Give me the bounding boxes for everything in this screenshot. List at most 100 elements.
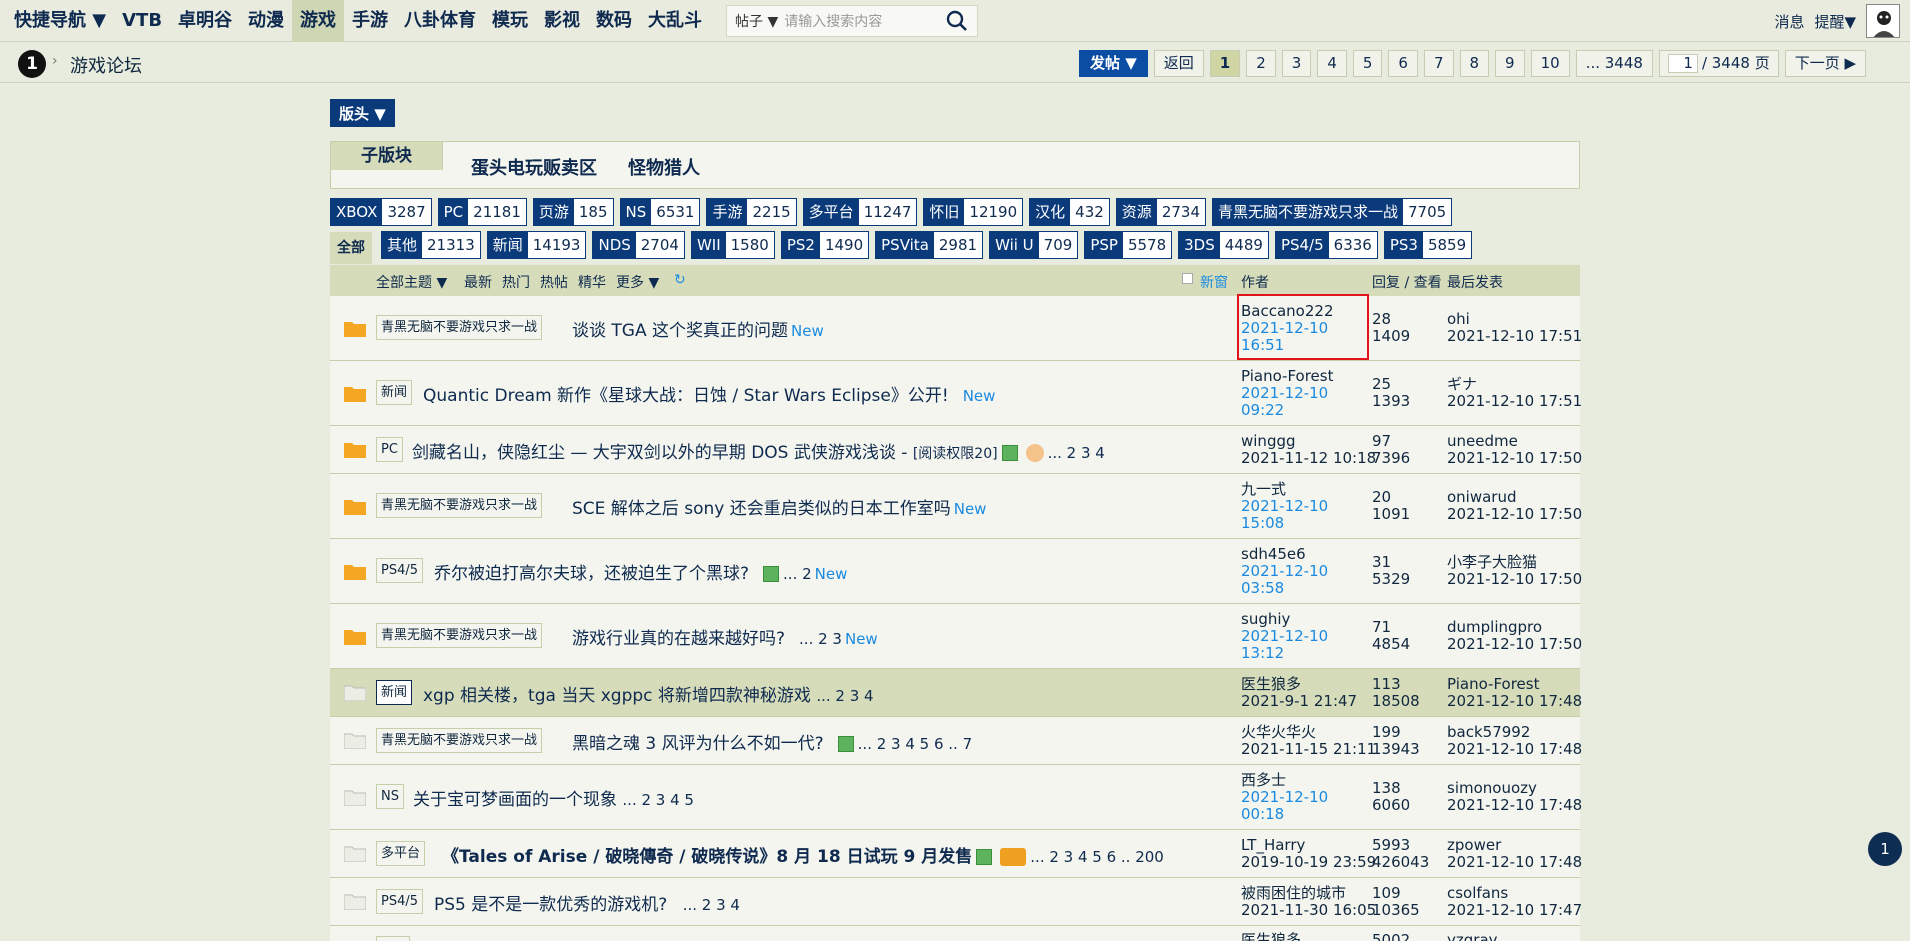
back-button[interactable]: 返回 [1153, 50, 1204, 77]
thread-category[interactable]: 多平台 [376, 841, 426, 866]
thread-category[interactable]: PC [376, 437, 403, 462]
thread-last-post[interactable]: simonouozy 2021-12-10 17:48 [1447, 780, 1582, 814]
nav-anime[interactable]: 动漫 [240, 0, 292, 42]
nav-zhuomingu[interactable]: 卓明谷 [170, 0, 240, 42]
thread-last-post[interactable]: back57992 2021-12-10 17:48 [1447, 724, 1582, 758]
category-tag[interactable]: PS2 1490 [780, 231, 870, 259]
banner-toggle-button[interactable]: 版头 ▼ [330, 99, 395, 127]
category-tag[interactable]: 页游 185 [532, 198, 614, 226]
next-page-button[interactable]: 下一页 ▶ [1784, 50, 1867, 77]
nav-brawl[interactable]: 大乱斗 [640, 0, 710, 42]
thread-author[interactable]: 医生狼多 [1241, 932, 1301, 941]
page-5[interactable]: 5 [1352, 50, 1383, 77]
thread-title[interactable]: 乔尔被迫打高尔夫球，还被迫生了个黑球?... 2 New [434, 559, 847, 584]
category-tag[interactable]: NDS 2704 [592, 231, 685, 259]
thread-title[interactable]: 关于宝可梦画面的一个现象 ... 2 3 4 5 [413, 785, 694, 810]
thread-category[interactable] [376, 936, 410, 941]
new-window-checkbox[interactable] [1182, 273, 1193, 284]
thread-author[interactable]: winggg 2021-11-12 10:18 [1241, 433, 1376, 467]
thread-author[interactable]: 九一式 2021-12-10 15:08 [1241, 481, 1328, 532]
thread-category[interactable]: NS [376, 784, 404, 809]
page-6[interactable]: 6 [1388, 50, 1418, 77]
thread-author[interactable]: 被雨困住的城市 2021-11-30 16:05 [1241, 885, 1376, 919]
nav-mobile-games[interactable]: 手游 [344, 0, 396, 42]
page-last[interactable]: ... 3448 [1575, 50, 1653, 77]
new-post-button[interactable]: 发帖 ▼ [1079, 50, 1148, 77]
thread-category[interactable]: 青黑无脑不要游戏只求一战 [376, 728, 543, 753]
thread-author[interactable]: 火华火华火 2021-11-15 21:11 [1241, 724, 1376, 758]
filter-hot[interactable]: 热门 [502, 272, 530, 292]
page-9[interactable]: 9 [1495, 50, 1525, 77]
thread-title[interactable]: SCE 解体之后 sony 还会重启类似的日本工作室吗 New [572, 494, 986, 519]
category-tag[interactable]: 怀旧 12190 [923, 198, 1024, 226]
thread-author[interactable]: sdh45e6 2021-12-10 03:58 [1241, 546, 1328, 597]
nav-models[interactable]: 模玩 [484, 0, 536, 42]
avatar[interactable] [1866, 4, 1900, 38]
page-jump-input[interactable]: 1 [1667, 54, 1698, 73]
nav-film[interactable]: 影视 [536, 0, 588, 42]
category-tag[interactable]: Wii U 709 [989, 231, 1079, 259]
thread-title[interactable]: xgp 相关楼，tga 当天 xgppc 将新增四款神秘游戏 ... 2 3 4 [423, 681, 874, 706]
page-4[interactable]: 4 [1317, 50, 1347, 77]
category-tag[interactable]: NS 6531 [619, 198, 701, 226]
category-tag[interactable]: PS3 5859 [1383, 231, 1473, 259]
nav-games[interactable]: 游戏 [292, 0, 345, 42]
page-10[interactable]: 10 [1530, 50, 1570, 77]
category-tag[interactable]: PSP 5578 [1084, 231, 1173, 259]
filter-more[interactable]: 更多 ▼ [616, 272, 659, 292]
all-categories-button[interactable]: 全部 [330, 232, 372, 264]
thread-author[interactable]: sughiy 2021-12-10 13:12 [1241, 611, 1328, 662]
thread-last-post[interactable]: oniwarud 2021-12-10 17:50 [1447, 489, 1582, 523]
thread-last-post[interactable]: Piano-Forest 2021-12-10 17:48 [1447, 676, 1582, 710]
category-tag[interactable]: 资源 2734 [1115, 198, 1206, 226]
category-tag[interactable]: 其他 21313 [381, 231, 481, 259]
search-scope-select[interactable]: 帖子 ▼ [735, 11, 778, 31]
thread-title[interactable]: 谈谈 TGA 这个奖真正的问题 New [572, 316, 824, 341]
site-logo[interactable]: 1 [18, 50, 46, 78]
search-input[interactable]: 请输入搜索内容 [784, 11, 945, 31]
thread-category[interactable]: 青黑无脑不要游戏只求一战 [376, 493, 543, 518]
filter-latest[interactable]: 最新 [464, 272, 492, 292]
thread-author[interactable]: LT_Harry 2019-10-19 23:59 [1241, 837, 1376, 871]
thread-last-post[interactable]: 小李子大脸猫 2021-12-10 17:50 [1447, 554, 1582, 588]
nav-quick[interactable]: 快捷导航 ▼ [0, 0, 114, 42]
category-tag[interactable]: XBOX 3287 [330, 198, 432, 226]
thread-title[interactable]: 黑暗之魂 3 风评为什么不如一代?... 2 3 4 5 6 .. 7 [572, 729, 972, 754]
thread-last-post[interactable]: dumplingpro 2021-12-10 17:50 [1447, 619, 1582, 653]
category-tag[interactable]: PSVita 2981 [875, 231, 984, 259]
thread-author[interactable]: Piano-Forest 2021-12-10 09:22 [1241, 368, 1333, 419]
category-tag[interactable]: 汉化 432 [1029, 198, 1110, 226]
search-box[interactable]: 帖子 ▼ 请输入搜索内容 [726, 4, 979, 37]
filter-digest[interactable]: 精华 [578, 272, 606, 292]
new-window-label[interactable]: 新窗 [1200, 272, 1228, 292]
thread-title[interactable]: 《Tales of Arise / 破晓傳奇 / 破晓传说》8 月 18 日试玩… [442, 842, 1164, 867]
subforum-link[interactable]: 怪物猎人 [628, 154, 700, 180]
messages-link[interactable]: 消息 [1774, 11, 1804, 32]
refresh-icon[interactable]: ↻ [674, 272, 686, 288]
thread-last-post[interactable]: ギナ 2021-12-10 17:51 [1447, 376, 1582, 410]
thread-category[interactable]: 青黑无脑不要游戏只求一战 [376, 315, 543, 340]
thread-last-post[interactable]: ohi 2021-12-10 17:51 [1447, 311, 1582, 345]
category-tag[interactable]: 手游 2215 [706, 198, 797, 226]
category-tag[interactable]: 3DS 4489 [1178, 231, 1269, 259]
thread-category[interactable]: 青黑无脑不要游戏只求一战 [376, 623, 543, 648]
thread-last-post[interactable]: uneedme 2021-12-10 17:50 [1447, 433, 1582, 467]
breadcrumb[interactable]: 游戏论坛 [70, 52, 142, 78]
thread-title[interactable]: 剑藏名山，侠隐红尘 — 大宇双剑以外的早期 DOS 武侠游戏浅谈 - [阅读权限… [412, 438, 1105, 463]
thread-last-post[interactable]: zpower 2021-12-10 17:48 [1447, 837, 1582, 871]
thread-category[interactable]: 新闻 [376, 680, 413, 705]
search-icon[interactable] [945, 9, 969, 33]
category-tag[interactable]: WII 1580 [690, 231, 775, 259]
category-tag[interactable]: 多平台 11247 [802, 198, 918, 226]
thread-title[interactable]: 游戏行业真的在越来越好吗?... 2 3 New [572, 624, 878, 649]
subforum-link[interactable]: 蛋头电玩贩卖区 [471, 154, 597, 180]
thread-category[interactable]: 新闻 [376, 380, 413, 405]
filter-trending[interactable]: 热帖 [540, 272, 568, 292]
page-7[interactable]: 7 [1423, 50, 1454, 77]
thread-author[interactable]: 医生狼多 2021-9-1 21:47 [1241, 676, 1357, 710]
page-8[interactable]: 8 [1459, 50, 1490, 77]
nav-gossip-sports[interactable]: 八卦体育 [396, 0, 484, 42]
nav-digital[interactable]: 数码 [588, 0, 640, 42]
category-tag[interactable]: PC 21181 [437, 198, 527, 226]
category-tag[interactable]: 青黑无脑不要游戏只求一战 7705 [1212, 198, 1453, 226]
